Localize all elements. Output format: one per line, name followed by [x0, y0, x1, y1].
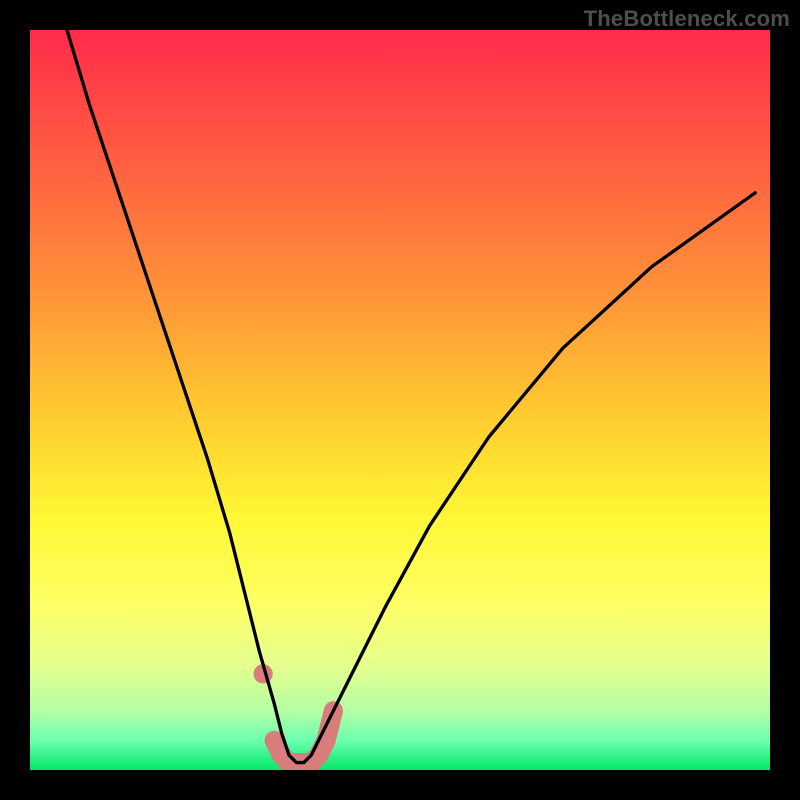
chart-frame: TheBottleneck.com	[0, 0, 800, 800]
watermark-text: TheBottleneck.com	[584, 6, 790, 32]
bottleneck-curve	[67, 30, 755, 763]
curve-layer	[30, 30, 770, 770]
plot-area	[30, 30, 770, 770]
